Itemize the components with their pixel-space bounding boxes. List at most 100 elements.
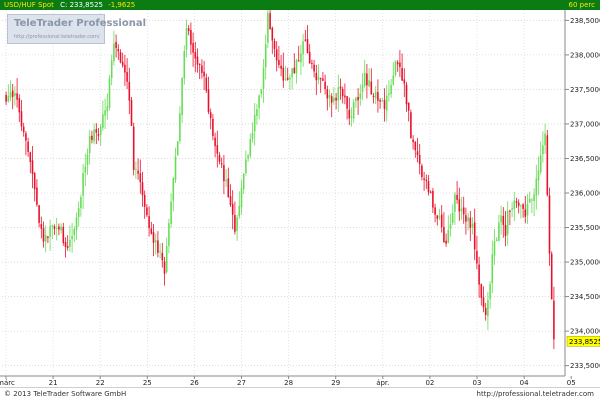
candle-body — [451, 212, 454, 223]
candle-body — [447, 229, 450, 243]
footer-url[interactable]: http://professional.teletrader.com — [477, 388, 594, 400]
candle-body — [148, 216, 150, 229]
candle-body — [379, 100, 381, 102]
y-tick-label: 233,5000 — [570, 362, 600, 370]
candle-body — [181, 77, 183, 115]
candle-body — [75, 217, 78, 230]
candle-body — [150, 228, 153, 234]
candle-body — [128, 81, 131, 101]
candle-body — [449, 224, 452, 229]
candle-body — [425, 179, 428, 181]
candle-body — [225, 180, 227, 182]
candle-body — [247, 155, 249, 159]
candle-body — [366, 73, 368, 86]
candle-body — [421, 165, 423, 178]
x-tick-label: 25 — [143, 379, 152, 387]
candle-body — [370, 81, 373, 95]
y-tick-label: 238,5000 — [570, 17, 600, 25]
candle-body — [524, 209, 527, 217]
candle-body — [313, 64, 315, 72]
candle-body — [146, 207, 148, 216]
interval-label[interactable]: 60 perc — [569, 0, 595, 10]
candle-body — [454, 194, 456, 212]
candle-body — [31, 160, 34, 175]
candle-body — [152, 232, 155, 243]
candle-body — [205, 77, 208, 91]
candle-body — [234, 215, 236, 232]
candle-body — [40, 224, 43, 229]
candle-body — [135, 169, 137, 171]
candle-body — [438, 216, 441, 218]
candle-body — [62, 226, 65, 243]
candle-body — [231, 203, 234, 215]
candle-body — [390, 84, 392, 95]
candle-body — [176, 141, 179, 155]
candle-body — [381, 100, 384, 102]
candle-body — [289, 77, 291, 80]
candle-body — [110, 60, 113, 78]
candle-body — [7, 96, 10, 102]
y-tick-label: 235,5000 — [570, 224, 600, 232]
x-tick-label: márc — [0, 379, 15, 387]
candle-body — [324, 81, 326, 90]
candle-body — [93, 129, 95, 142]
candle-body — [304, 39, 307, 41]
candle-body — [286, 77, 289, 80]
candle-body — [192, 43, 194, 53]
candle-body — [440, 214, 443, 228]
candle-body — [220, 163, 223, 165]
candle-body — [20, 111, 23, 127]
candle-body — [429, 191, 432, 193]
x-tick-label: 21 — [49, 379, 58, 387]
candle-body — [445, 240, 447, 244]
candle-body — [352, 102, 355, 119]
x-tick-label: 29 — [331, 379, 340, 387]
candle-body — [407, 102, 410, 111]
candle-body — [542, 145, 544, 155]
candle-body — [539, 155, 542, 172]
y-tick-label: 236,5000 — [570, 155, 600, 163]
candle-body — [73, 228, 76, 236]
candle-body — [275, 49, 278, 61]
candle-body — [187, 28, 190, 31]
candle-body — [372, 95, 375, 97]
x-tick-label: 27 — [237, 379, 246, 387]
candle-body — [553, 300, 555, 340]
candle-body — [240, 188, 243, 208]
candle-body — [66, 246, 69, 249]
candle-body — [443, 226, 445, 243]
candle-body — [249, 139, 252, 156]
last-price-label: 233,8525 — [569, 338, 600, 346]
candle-body — [139, 173, 142, 183]
candle-body — [207, 89, 210, 113]
candle-body — [130, 99, 133, 126]
x-axis-panel — [0, 376, 600, 387]
candle-body — [269, 13, 271, 30]
candle-body — [533, 194, 535, 202]
instrument-symbol[interactable]: USD/HUF Spot — [4, 1, 54, 9]
candle-body — [256, 109, 258, 117]
candle-body — [238, 205, 241, 217]
teletrader-logo: TeleTrader Professional http://professio… — [7, 14, 146, 44]
candle-body — [346, 96, 348, 109]
candle-body — [16, 93, 18, 100]
logo-name: TeleTrader Professional — [14, 18, 147, 29]
candle-body — [511, 208, 513, 210]
candle-body — [113, 43, 115, 62]
candle-body — [546, 135, 549, 195]
candle-body — [25, 133, 27, 141]
price-chart[interactable]: 233,5000 234,0000 234,5000 235,0000 235,5000… — [0, 10, 600, 387]
candle-body — [456, 194, 458, 200]
candle-body — [124, 64, 126, 73]
candle-body — [280, 65, 282, 69]
candle-body — [495, 239, 498, 242]
candle-body — [513, 200, 516, 210]
candle-body — [185, 28, 188, 50]
candle-body — [392, 75, 395, 85]
x-tick-label: 22 — [96, 379, 105, 387]
candle-body — [5, 94, 7, 102]
candle-body — [423, 178, 425, 180]
candle-body — [47, 236, 49, 238]
candle-body — [218, 155, 221, 162]
candle-body — [322, 78, 324, 81]
